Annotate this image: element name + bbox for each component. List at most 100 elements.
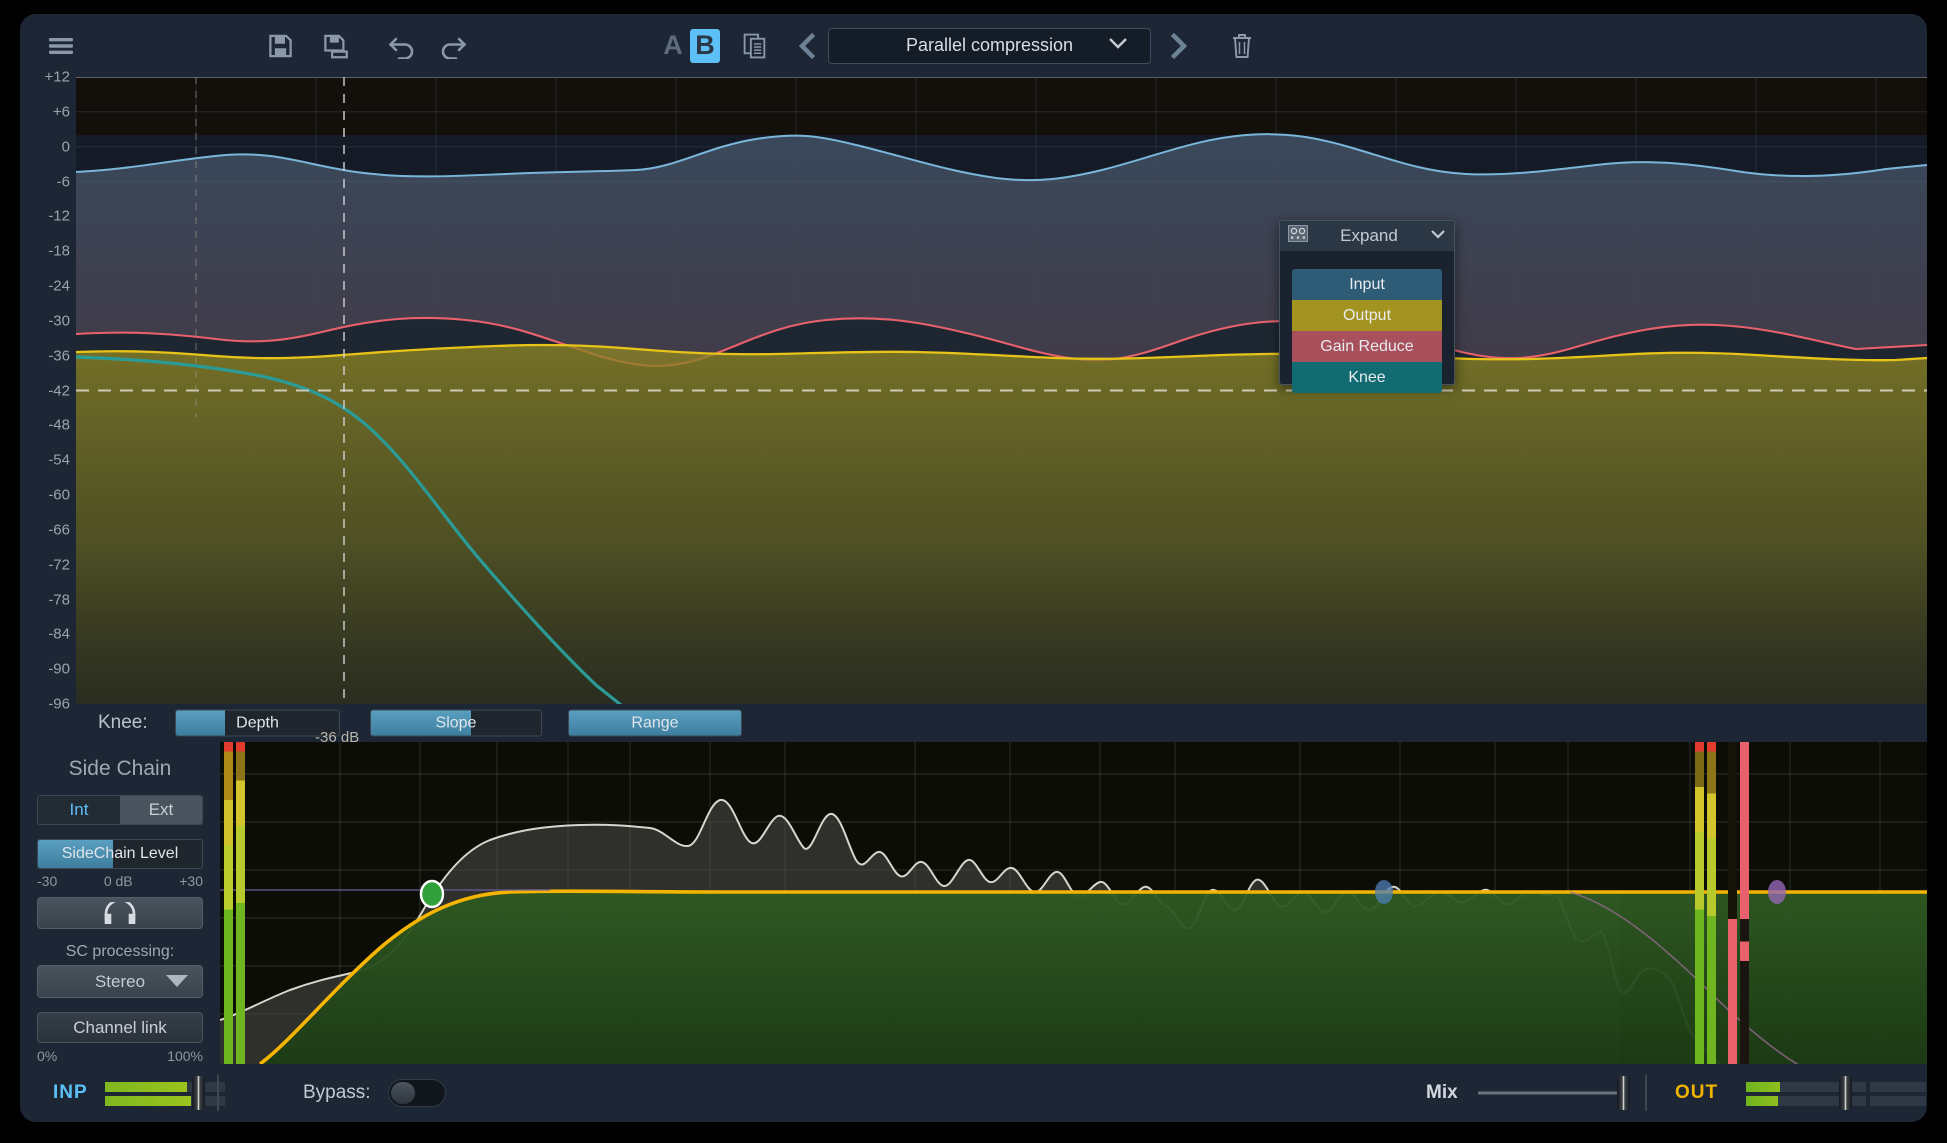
y-tick--90: -90 <box>48 660 70 678</box>
popup-item-list: Input Output Gain Reduce Knee <box>1292 269 1442 393</box>
save-icon[interactable] <box>267 32 294 59</box>
sidechain-processing-select[interactable]: Stereo <box>37 965 203 998</box>
preset-a-button[interactable]: A <box>658 29 688 63</box>
spectrum-svg <box>220 742 1927 1064</box>
knee-slope-label: Slope <box>435 714 477 731</box>
copy-icon[interactable] <box>742 32 768 59</box>
undo-icon[interactable] <box>387 33 417 59</box>
sidechain-processing-label: SC processing: <box>65 943 175 960</box>
divider <box>217 1075 219 1111</box>
popup-item-knee[interactable]: Knee <box>1292 362 1442 393</box>
preset-name-label: Parallel compression <box>905 35 1074 55</box>
bottom-bar: INP Bypass: Mix OUT <box>20 1064 1927 1122</box>
input-label: INP <box>53 1082 88 1103</box>
y-tick--24: -24 <box>48 277 70 295</box>
channel-link-min: 0% <box>37 1048 58 1064</box>
sidechain-ext-button[interactable]: Ext <box>120 796 202 824</box>
knee-slope-slider[interactable]: Slope <box>370 709 542 737</box>
graph-plot-area[interactable] <box>76 77 1927 704</box>
meter-left-2 <box>236 742 245 1064</box>
bypass-toggle-knob <box>391 1082 415 1104</box>
plugin-window: A B Parallel compression +12 +6 0 -6 -12… <box>20 14 1927 1122</box>
hamburger-menu-icon[interactable] <box>48 36 74 56</box>
mix-slider-track[interactable] <box>1478 1091 1618 1095</box>
sidechain-panel: Side Chain Int Ext SideChain Level -30 0… <box>20 742 220 1064</box>
popup-title: Expand <box>1340 226 1398 245</box>
y-tick--12: -12 <box>48 207 70 225</box>
chevron-down-icon[interactable] <box>1430 227 1446 245</box>
popup-item-input[interactable]: Input <box>1292 269 1442 300</box>
bypass-label: Bypass: <box>303 1082 371 1103</box>
meter-gr-1 <box>1728 742 1737 1064</box>
green-node-handle <box>419 879 445 909</box>
spectrum-right-meters-b <box>1728 742 1749 1064</box>
knee-range-slider[interactable]: Range <box>568 709 742 737</box>
sidechain-processing-value: Stereo <box>94 971 146 991</box>
y-tick--78: -78 <box>48 591 70 608</box>
purple-node-handle <box>1768 880 1786 904</box>
knee-range-label: Range <box>631 714 679 731</box>
y-tick--60: -60 <box>48 486 70 504</box>
meter-right-1 <box>1695 742 1704 1064</box>
bypass-toggle[interactable] <box>388 1079 446 1107</box>
spectrum-right-meters-a <box>1695 742 1716 1064</box>
sidechain-level-mid: 0 dB <box>103 873 133 889</box>
y-tick-0: 0 <box>61 138 70 156</box>
divider <box>1645 1075 1647 1111</box>
popup-item-output[interactable]: Output <box>1292 300 1442 331</box>
y-tick--72: -72 <box>48 556 70 574</box>
channel-link-max: 100% <box>167 1048 203 1064</box>
channel-link-scale: 0% 100% <box>37 1048 203 1064</box>
caret-down-icon <box>166 972 188 992</box>
graph-y-axis: +12 +6 0 -6 -12 -18 -24 -30 -36 -42 -48 -54 -60 -66 -7… <box>20 69 76 713</box>
save-as-icon[interactable] <box>322 32 349 59</box>
sidechain-level-row: SideChain Level <box>37 839 203 869</box>
y-tick--18: -18 <box>48 242 70 260</box>
sidechain-level-label: SideChain Level <box>61 845 179 862</box>
sidechain-int-button[interactable]: Int <box>38 796 120 824</box>
y-tick--96: -96 <box>48 695 70 713</box>
headphone-icon[interactable] <box>37 897 203 929</box>
y-tick--42: -42 <box>48 382 70 399</box>
dynamics-graph[interactable]: +12 +6 0 -6 -12 -18 -24 -30 -36 -42 -48 -54 -60 -66 -7… <box>20 69 1927 746</box>
popup-header[interactable]: Expand <box>1280 221 1454 251</box>
spectrum-analyzer[interactable] <box>220 742 1927 1064</box>
blue-node-handle <box>1375 880 1393 904</box>
sidechain-level-slider[interactable]: SideChain Level <box>37 839 203 869</box>
next-preset-button[interactable] <box>1168 32 1190 60</box>
mix-slider-handle[interactable] <box>1617 1076 1630 1110</box>
sidechain-title: Side Chain <box>68 757 172 780</box>
output-gain-fader[interactable] <box>1839 1076 1852 1110</box>
popup-item-gain-reduce[interactable]: Gain Reduce <box>1292 331 1442 362</box>
sidechain-level-max: +30 <box>179 873 203 889</box>
y-tick--30: -30 <box>48 312 70 330</box>
y-tick--66: -66 <box>48 521 70 539</box>
sidechain-source-toggle-group: Int Ext <box>37 795 203 825</box>
output-extra-slot-top <box>1870 1082 1926 1092</box>
output-label: OUT <box>1675 1082 1719 1103</box>
redo-icon[interactable] <box>438 33 468 59</box>
meter-left-1 <box>224 742 233 1064</box>
y-tick-plus6: +6 <box>52 103 70 121</box>
y-tick-plus12: +12 <box>44 68 70 86</box>
knee-label: Knee: <box>98 712 148 733</box>
preset-b-button[interactable]: B <box>690 28 720 63</box>
knee-control-bar: Knee: Depth Slope Range <box>20 704 1927 742</box>
trash-icon[interactable] <box>1230 32 1254 60</box>
channel-link-button[interactable]: Channel link <box>37 1012 203 1043</box>
input-meter-left <box>105 1082 225 1092</box>
grid-icon <box>1288 225 1308 247</box>
sidechain-listen-row <box>37 897 203 929</box>
sidechain-level-scale: -30 0 dB +30 <box>37 873 203 889</box>
y-tick--36: -36 <box>48 347 70 365</box>
curve-visibility-popup[interactable]: Expand Input Output Gain Reduce Knee <box>1279 220 1455 393</box>
toolbar: A B Parallel compression <box>20 14 1927 77</box>
preset-selector[interactable]: Parallel compression <box>828 27 1151 64</box>
chevron-down-icon <box>1108 37 1128 55</box>
y-tick--6: -6 <box>56 173 70 190</box>
input-gain-fader[interactable] <box>192 1076 205 1110</box>
output-curve-fill <box>76 345 1927 704</box>
prev-preset-button[interactable] <box>796 32 818 60</box>
filter-curve-fill <box>260 891 1927 1064</box>
y-tick--84: -84 <box>48 625 70 643</box>
